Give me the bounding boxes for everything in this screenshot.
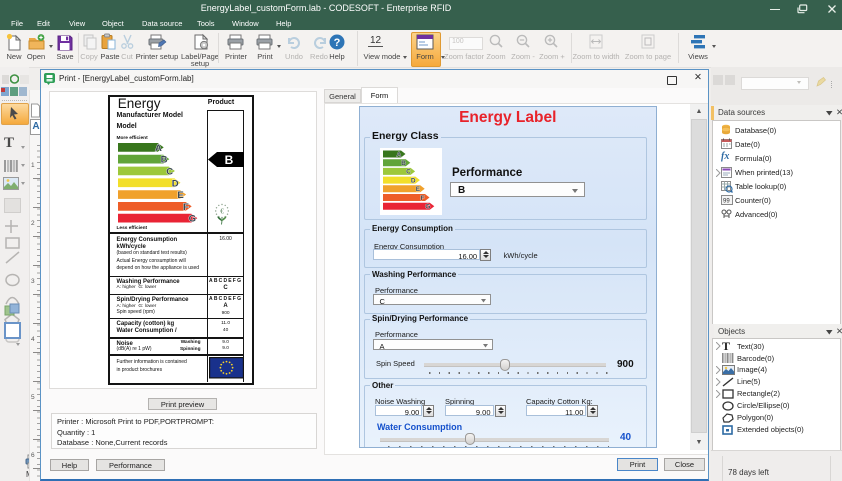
svg-text:B: B	[401, 160, 406, 167]
svg-text:A: A	[397, 151, 402, 158]
svg-text:A: A	[155, 143, 162, 154]
svg-text:D: D	[172, 178, 179, 189]
svg-text:C: C	[166, 166, 173, 177]
svg-text:G: G	[425, 204, 430, 211]
svg-text:F: F	[421, 195, 425, 202]
svg-text:D: D	[411, 177, 416, 184]
svg-text:G: G	[189, 214, 196, 225]
svg-text:99: 99	[723, 199, 730, 205]
svg-text:B: B	[161, 155, 168, 166]
svg-text:F: F	[183, 202, 189, 213]
svg-text:E: E	[416, 186, 421, 193]
svg-text:C: C	[406, 169, 411, 176]
svg-text:E: E	[177, 190, 183, 201]
svg-text:?: ?	[334, 37, 341, 49]
svg-text:€: €	[220, 208, 224, 216]
svg-text:B: B	[224, 153, 233, 167]
